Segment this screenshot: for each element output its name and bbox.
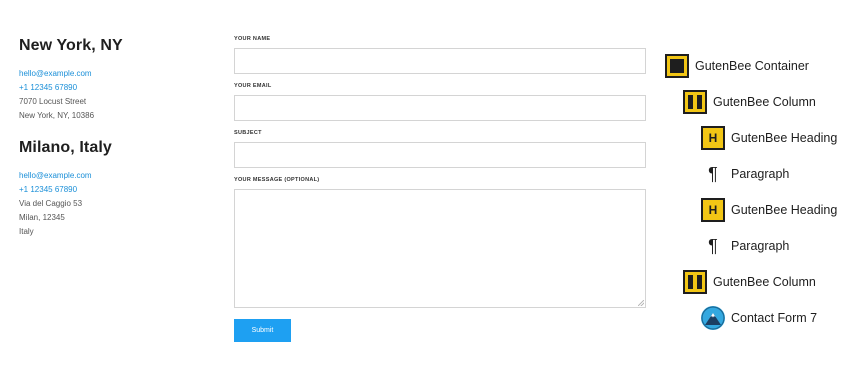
tree-item-label: Paragraph: [731, 239, 790, 253]
message-textarea[interactable]: [234, 189, 646, 308]
office-phone-link[interactable]: +1 12345 67890: [19, 183, 112, 197]
tree-item-column[interactable]: GutenBee Column: [683, 90, 816, 114]
subject-input[interactable]: [234, 142, 646, 168]
office-address-line: Via del Caggio 53: [19, 199, 83, 208]
email-label: YOUR EMAIL: [234, 83, 272, 89]
tree-item-label: Paragraph: [731, 167, 790, 181]
office-address-line: 7070 Locust Street: [19, 97, 87, 106]
office-city: New York, NY: [19, 37, 123, 54]
email-input[interactable]: [234, 95, 646, 121]
office-address-line: Italy: [19, 227, 34, 236]
name-label: YOUR NAME: [234, 36, 271, 42]
container-icon: [665, 54, 689, 78]
submit-button[interactable]: Submit: [234, 319, 291, 342]
tree-item-container[interactable]: GutenBee Container: [665, 54, 809, 78]
office-city: Milano, Italy: [19, 139, 112, 156]
subject-label: SUBJECT: [234, 130, 262, 136]
name-input[interactable]: [234, 48, 646, 74]
office-email-link[interactable]: hello@example.com: [19, 67, 123, 81]
tree-item-label: GutenBee Heading: [731, 131, 838, 145]
tree-item-paragraph[interactable]: ¶ Paragraph: [701, 234, 789, 258]
tree-item-label: Contact Form 7: [731, 311, 818, 325]
columns-icon: [683, 90, 707, 114]
tree-item-label: GutenBee Column: [713, 95, 816, 109]
office-address-line: New York, NY, 10386: [19, 111, 95, 120]
columns-icon: [683, 270, 707, 294]
tree-item-label: GutenBee Column: [713, 275, 816, 289]
tree-item-paragraph[interactable]: ¶ Paragraph: [701, 162, 789, 186]
paragraph-icon: ¶: [708, 236, 718, 256]
message-label: YOUR MESSAGE (OPTIONAL): [234, 177, 320, 183]
office-milano: Milano, Italy hello@example.com +1 12345…: [19, 138, 112, 239]
resize-handle-icon[interactable]: [638, 300, 644, 306]
tree-item-contact-form[interactable]: Contact Form 7: [701, 306, 817, 330]
office-address-line: Milan, 12345: [19, 213, 65, 222]
tree-item-heading[interactable]: H GutenBee Heading: [701, 126, 837, 150]
tree-item-column[interactable]: GutenBee Column: [683, 270, 816, 294]
paragraph-icon: ¶: [708, 164, 718, 184]
tree-item-heading[interactable]: H GutenBee Heading: [701, 198, 837, 222]
contact-form-icon: [701, 306, 725, 330]
office-new-york: New York, NY hello@example.com +1 12345 …: [19, 36, 123, 123]
office-email-link[interactable]: hello@example.com: [19, 169, 112, 183]
tree-item-label: GutenBee Container: [695, 59, 809, 73]
heading-icon: H: [701, 198, 725, 222]
heading-icon: H: [701, 126, 725, 150]
office-phone-link[interactable]: +1 12345 67890: [19, 81, 123, 95]
tree-item-label: GutenBee Heading: [731, 203, 838, 217]
